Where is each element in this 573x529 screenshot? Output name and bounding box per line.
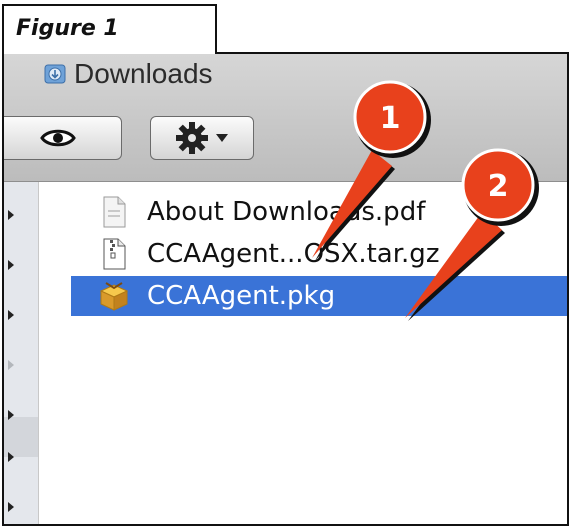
gear-icon xyxy=(176,122,208,154)
file-name: About Downloads.pdf xyxy=(147,197,426,227)
action-menu-button[interactable] xyxy=(150,116,254,160)
window-toolbar: Downloads xyxy=(4,54,567,182)
file-row-selected[interactable]: CCAAgent.pkg xyxy=(71,276,567,316)
sidebar-disclosure-triangle[interactable] xyxy=(8,310,14,320)
sidebar xyxy=(4,182,39,524)
pdf-document-icon xyxy=(103,196,126,228)
eye-icon xyxy=(40,129,76,147)
chevron-down-icon xyxy=(216,134,228,142)
sidebar-disclosure-triangle[interactable] xyxy=(8,210,14,220)
finder-window: Downloads About Downloads.pdf CCAAgent..… xyxy=(2,52,569,526)
file-list: About Downloads.pdf CCAAgent...OSX.tar.g… xyxy=(71,182,567,524)
sidebar-selected-row[interactable] xyxy=(4,417,38,457)
file-name: CCAAgent...OSX.tar.gz xyxy=(147,239,440,269)
package-icon xyxy=(99,282,129,311)
figure-caption: Figure 1 xyxy=(2,4,217,54)
window-title: Downloads xyxy=(74,58,213,89)
sidebar-disclosure-triangle[interactable] xyxy=(8,260,14,270)
archive-icon xyxy=(103,238,126,270)
quick-look-button[interactable] xyxy=(4,116,122,160)
sidebar-disclosure-triangle[interactable] xyxy=(8,502,14,512)
file-name: CCAAgent.pkg xyxy=(147,281,336,311)
sidebar-disclosure-triangle[interactable] xyxy=(8,452,14,462)
sidebar-disclosure-triangle[interactable] xyxy=(8,410,14,420)
window-title-bar: Downloads xyxy=(44,56,213,92)
file-row[interactable]: About Downloads.pdf xyxy=(71,192,567,232)
figure-caption-text: Figure 1 xyxy=(16,16,119,41)
sidebar-disclosure-triangle[interactable] xyxy=(8,360,14,370)
file-row[interactable]: CCAAgent...OSX.tar.gz xyxy=(71,234,567,274)
downloads-folder-icon xyxy=(44,64,66,84)
